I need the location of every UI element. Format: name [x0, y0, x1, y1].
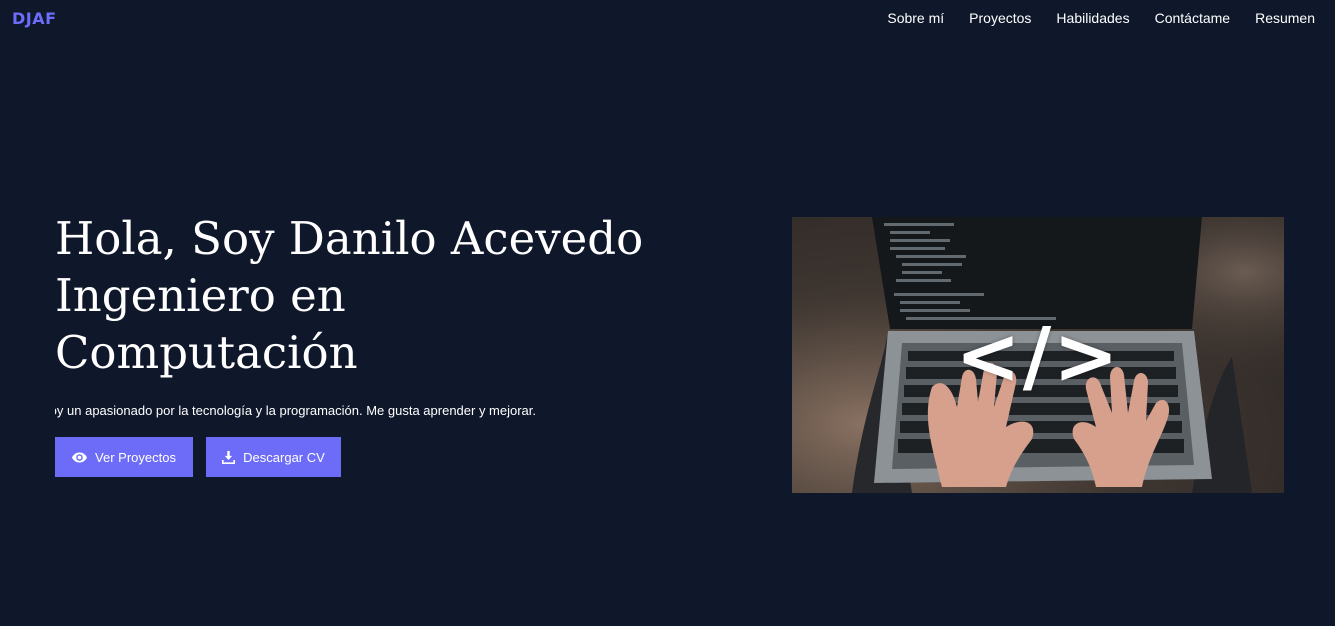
- download-cv-label: Descargar CV: [243, 449, 325, 465]
- download-cv-button[interactable]: Descargar CV: [206, 437, 341, 477]
- hero-image: </>: [792, 217, 1284, 493]
- view-projects-button[interactable]: Ver Proyectos: [55, 437, 193, 477]
- logo[interactable]: DJAF: [12, 9, 57, 28]
- nav-item-resumen[interactable]: Resumen: [1255, 10, 1315, 26]
- hero-title: Hola, Soy Danilo Acevedo Ingeniero en Co…: [55, 210, 735, 381]
- view-projects-label: Ver Proyectos: [95, 449, 176, 465]
- code-symbol: </>: [955, 312, 1121, 402]
- nav-item-proyectos[interactable]: Proyectos: [969, 10, 1031, 26]
- hero-title-line: Ingeniero en: [55, 269, 346, 322]
- hero-subtitle-container: Soy un apasionado por la tecnología y la…: [55, 403, 655, 423]
- hero-subtitle: Soy un apasionado por la tecnología y la…: [55, 403, 537, 418]
- hero-title-line: Hola, Soy Danilo Acevedo: [55, 212, 644, 265]
- nav-item-contactame[interactable]: Contáctame: [1155, 10, 1230, 26]
- nav-item-sobre-mi[interactable]: Sobre mí: [887, 10, 944, 26]
- hero-title-line: Computación: [55, 326, 358, 379]
- main-nav: Sobre mí Proyectos Habilidades Contáctam…: [862, 10, 1315, 26]
- page: DJAF Sobre mí Proyectos Habilidades Cont…: [0, 0, 1335, 626]
- download-icon: [222, 450, 236, 464]
- nav-item-habilidades[interactable]: Habilidades: [1056, 10, 1129, 26]
- eye-icon: [72, 452, 88, 463]
